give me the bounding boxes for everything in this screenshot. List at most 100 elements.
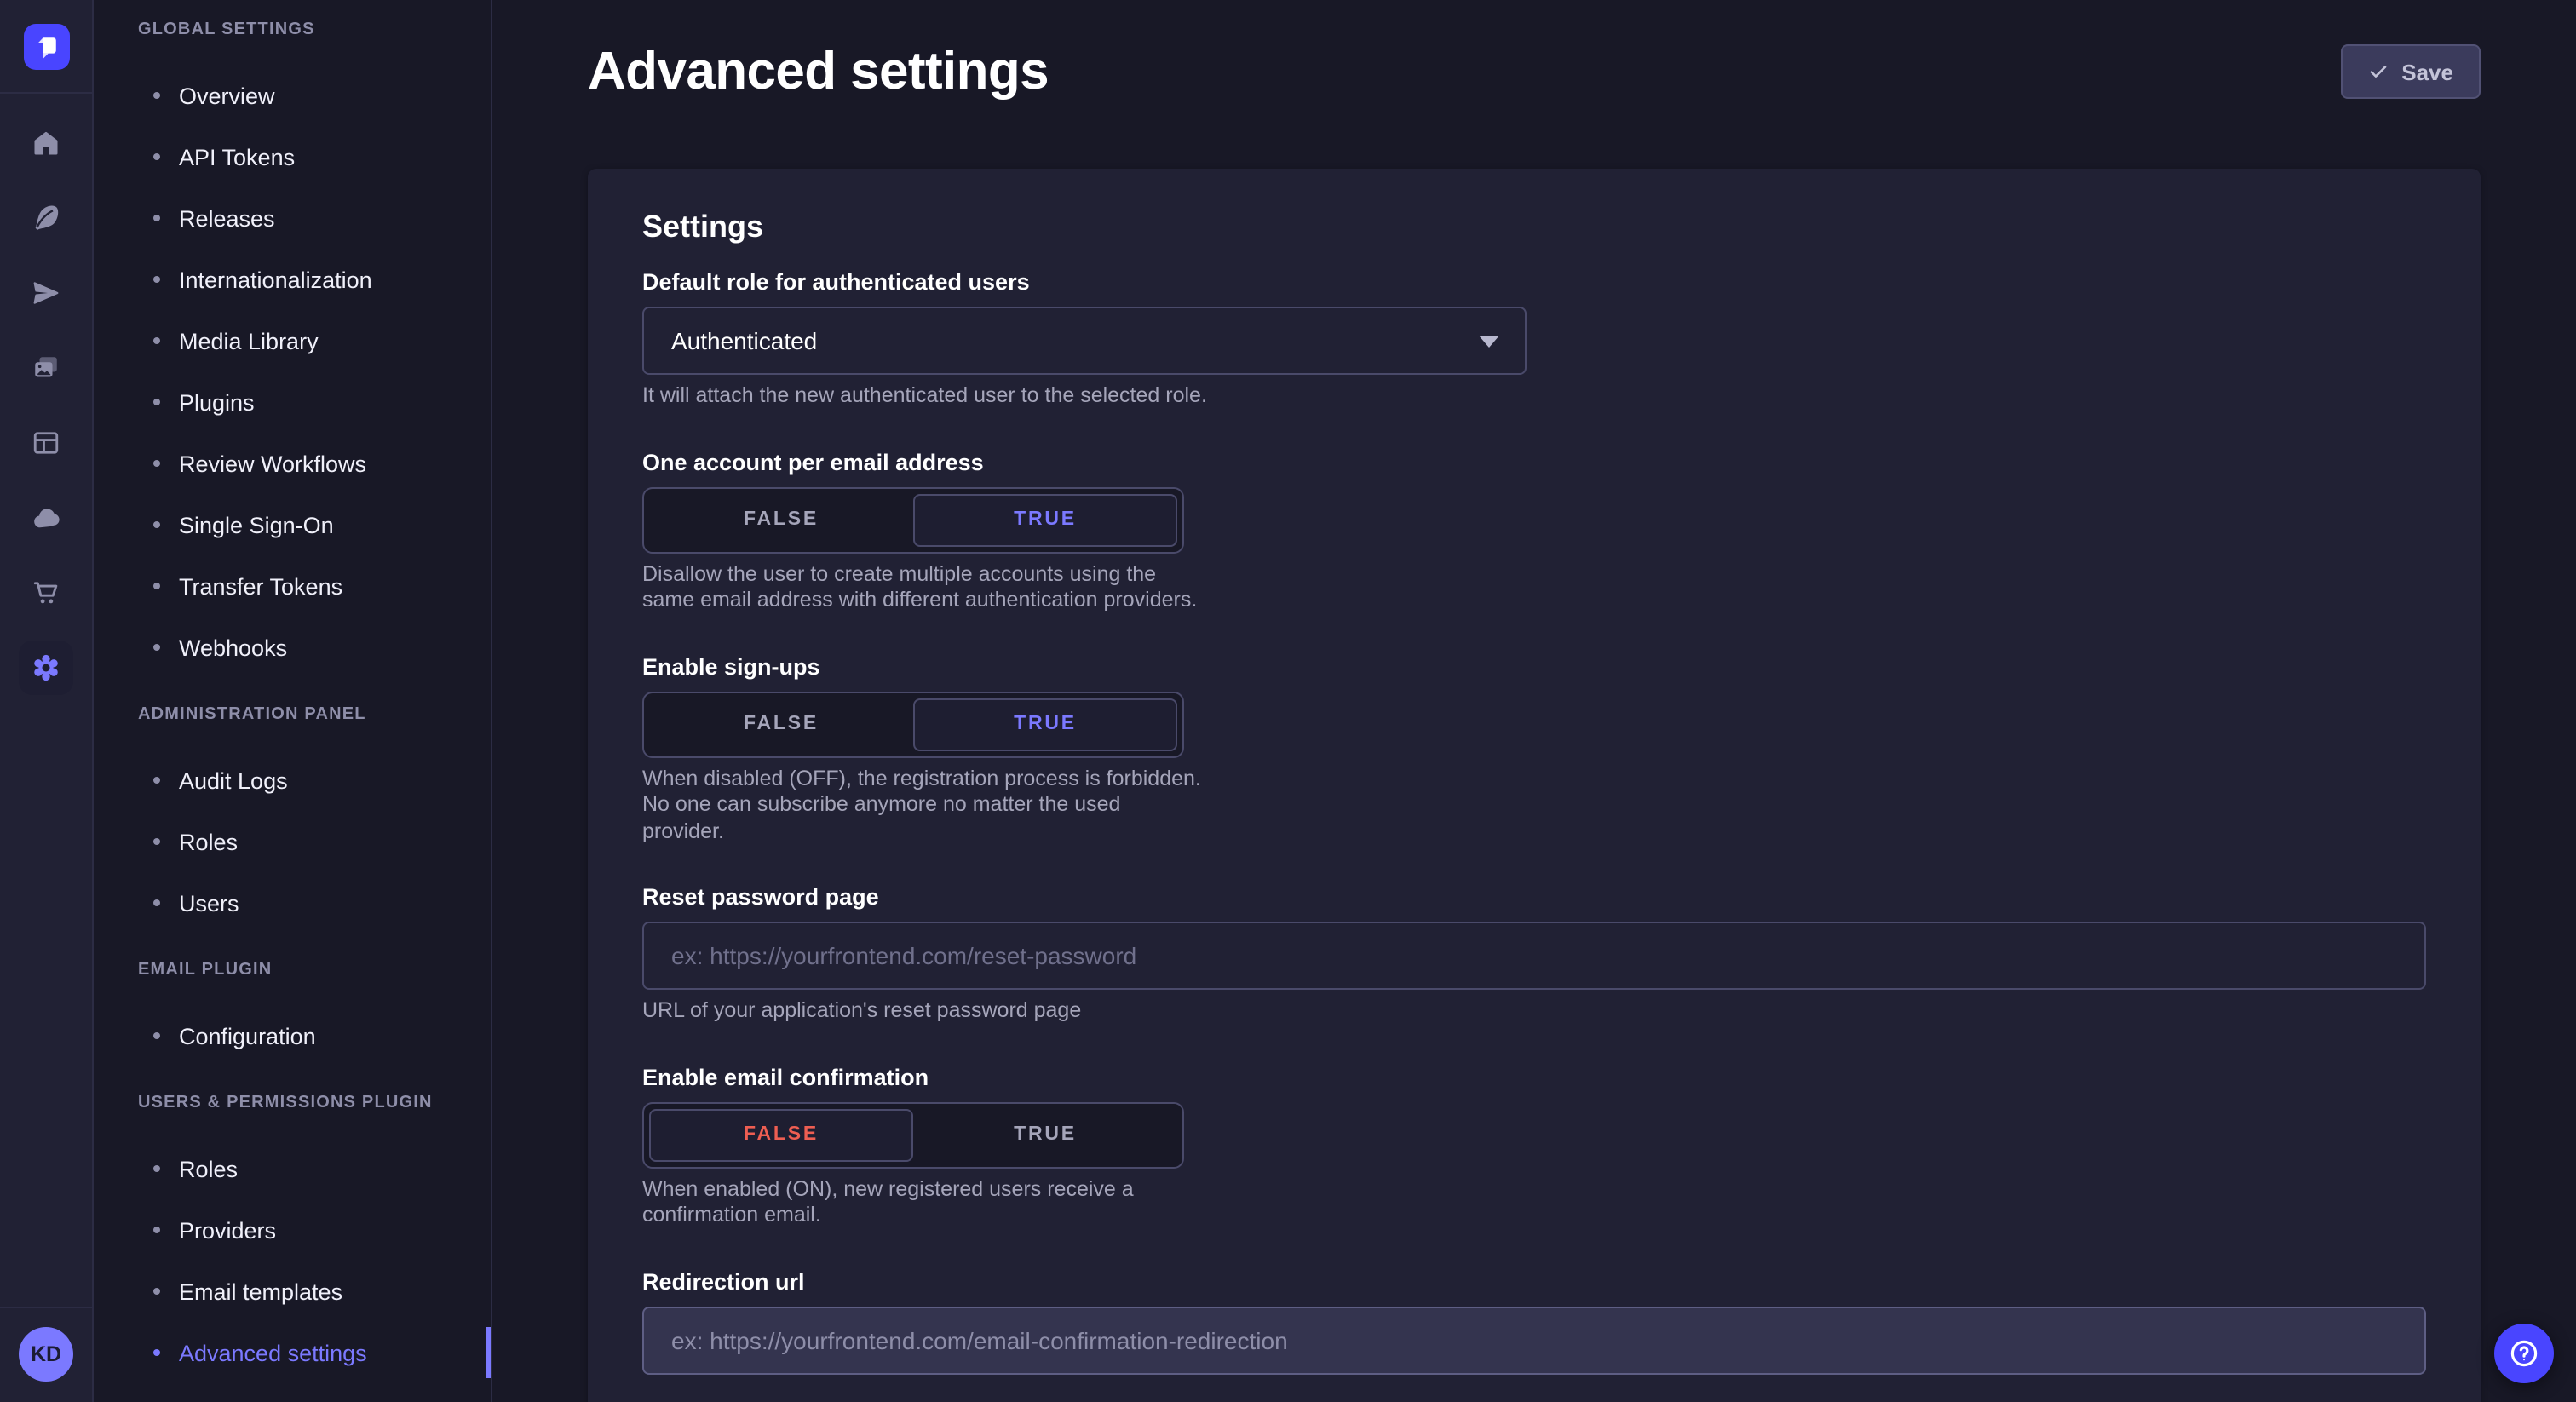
email-confirmation-toggle: FALSE TRUE [642,1101,1184,1168]
avatar[interactable]: KD [19,1327,73,1382]
bullet-icon [153,1165,160,1172]
bullet-icon [153,460,160,467]
sidebar-item-label: Internationalization [179,267,372,292]
bullet-icon [153,899,160,906]
field-default-role: Default role for authenticated users Aut… [642,267,2426,410]
sidebar-item-audit-logs[interactable]: Audit Logs [94,750,491,811]
field-redirection-url: Redirection url [642,1267,2426,1374]
rail-nav [0,106,93,705]
sidebar-item-label: Overview [179,83,275,108]
field-enable-email-confirmation: Enable email confirmation FALSE TRUE Whe… [642,1062,2426,1229]
sidebar-item-media-library[interactable]: Media Library [94,310,491,371]
field-label: Default role for authenticated users [642,267,2426,296]
strapi-logo[interactable] [23,24,69,70]
field-label: Redirection url [642,1267,2426,1296]
bullet-icon [153,215,160,221]
sidebar-item-label: Providers [179,1217,276,1243]
home-icon[interactable] [0,106,93,181]
sidebar-item-advanced-settings[interactable]: Advanced settings [94,1322,491,1383]
sidebar-item-webhooks[interactable]: Webhooks [94,617,491,678]
field-hint: It will attach the new authenticated use… [642,383,2426,410]
help-button[interactable] [2494,1324,2554,1383]
toggle-true-option[interactable]: TRUE [913,698,1177,750]
bullet-icon [153,777,160,784]
sidebar-item-internationalization[interactable]: Internationalization [94,249,491,310]
media-library-icon[interactable] [0,330,93,405]
toggle-false-option[interactable]: FALSE [649,698,913,750]
send-icon[interactable] [0,256,93,330]
sidebar-item-review-workflows[interactable]: Review Workflows [94,433,491,494]
rail-bottom: KD [0,1307,92,1402]
reset-password-input[interactable] [642,922,2426,990]
redirection-url-input[interactable] [642,1306,2426,1374]
question-mark-icon [2508,1337,2540,1370]
bullet-icon [153,92,160,99]
sidebar-item-up-roles[interactable]: Roles [94,1138,491,1199]
sidebar-item-label: Users [179,890,239,916]
default-role-select[interactable]: Authenticated [642,307,1527,375]
section-title: GLOBAL SETTINGS [94,19,491,41]
bullet-icon [153,1032,160,1039]
sidebar-item-label: Roles [179,829,238,854]
check-icon [2367,61,2388,82]
bullet-icon [153,276,160,283]
section-title: ADMINISTRATION PANEL [94,704,491,726]
bullet-icon [153,644,160,651]
sidebar-item-label: Configuration [179,1023,316,1049]
sidebar-item-transfer-tokens[interactable]: Transfer Tokens [94,555,491,617]
field-one-account-per-email: One account per email address FALSE TRUE… [642,447,2426,614]
toggle-false-option[interactable]: FALSE [649,493,913,546]
sidebar-item-label: Media Library [179,328,319,353]
subnav-section-email-plugin: EMAIL PLUGIN Configuration [94,959,491,1066]
bullet-icon [153,153,160,160]
screen: KD GLOBAL SETTINGS Overview API Tokens R… [0,0,2576,1402]
main-content: Advanced settings Save Settings Default … [492,0,2576,1402]
sidebar-item-label: Roles [179,1156,238,1181]
chevron-down-icon [1479,336,1499,348]
sidebar-item-label: Review Workflows [179,451,366,476]
one-account-toggle: FALSE TRUE [642,486,1184,553]
sidebar-item-plugins[interactable]: Plugins [94,371,491,433]
settings-icon[interactable] [0,630,93,705]
field-label: One account per email address [642,447,2426,476]
sidebar-item-email-configuration[interactable]: Configuration [94,1005,491,1066]
save-button[interactable]: Save [2340,44,2481,99]
page-title: Advanced settings [588,41,1049,102]
sidebar-item-label: API Tokens [179,144,295,170]
feather-icon[interactable] [0,181,93,256]
bullet-icon [153,838,160,845]
strapi-logo-icon [30,31,62,63]
layout-icon[interactable] [0,405,93,480]
sidebar-item-label: Advanced settings [179,1340,367,1365]
toggle-false-option[interactable]: FALSE [649,1108,913,1161]
main-nav-rail: KD [0,0,94,1402]
field-hint: When enabled (ON), new registered users … [642,1176,1208,1229]
bullet-icon [153,1349,160,1356]
sidebar-item-providers[interactable]: Providers [94,1199,491,1261]
bullet-icon [153,521,160,528]
toggle-true-option[interactable]: TRUE [913,493,1177,546]
sidebar-item-label: Transfer Tokens [179,573,342,599]
section-title: EMAIL PLUGIN [94,959,491,981]
sidebar-item-overview[interactable]: Overview [94,65,491,126]
sidebar-item-admin-users[interactable]: Users [94,872,491,934]
page-header: Advanced settings Save [588,41,2481,102]
sidebar-item-single-sign-on[interactable]: Single Sign-On [94,494,491,555]
field-hint: URL of your application's reset password… [642,998,2426,1025]
subnav-section-administration-panel: ADMINISTRATION PANEL Audit Logs Roles Us… [94,704,491,934]
sidebar-item-releases[interactable]: Releases [94,187,491,249]
settings-subnav: GLOBAL SETTINGS Overview API Tokens Rele… [94,0,492,1402]
sidebar-item-admin-roles[interactable]: Roles [94,811,491,872]
sidebar-item-label: Single Sign-On [179,512,334,537]
active-icon-tile [19,641,73,695]
toggle-true-option[interactable]: TRUE [913,1108,1177,1161]
cart-icon[interactable] [0,555,93,630]
sidebar-item-label: Plugins [179,389,255,415]
sidebar-item-label: Webhooks [179,635,287,660]
sidebar-item-email-templates[interactable]: Email templates [94,1261,491,1322]
cloud-icon[interactable] [0,480,93,555]
bullet-icon [153,583,160,589]
section-title: USERS & PERMISSIONS PLUGIN [94,1092,491,1114]
rail-bottom-divider [0,1307,94,1308]
sidebar-item-api-tokens[interactable]: API Tokens [94,126,491,187]
